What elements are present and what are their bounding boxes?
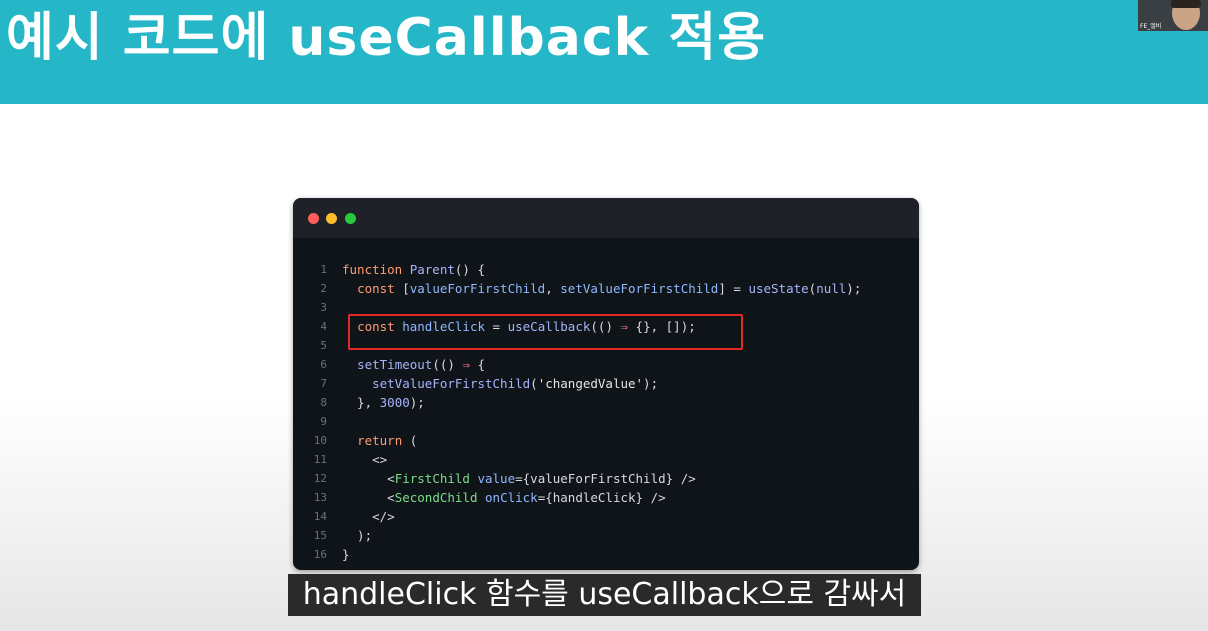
code-line: 7 setValueForFirstChild('changedValue'); — [293, 374, 919, 393]
code-token: 'changedValue' — [537, 376, 644, 391]
line-number: 6 — [320, 358, 327, 371]
code-token: setValueForFirstChild — [372, 376, 531, 391]
code-line: 10 return ( — [293, 431, 919, 450]
code-line: 1 function Parent() { — [293, 260, 919, 279]
caption-subtitle: handleClick 함수를 useCallback으로 감싸서 — [288, 574, 921, 616]
code-token: < — [342, 471, 395, 486]
line-number: 9 — [320, 415, 327, 428]
minimize-dot-icon — [326, 213, 337, 224]
line-number: 12 — [313, 472, 327, 485]
code-token: ); — [409, 395, 425, 410]
code-window: 1 function Parent() {2 const [valueForFir… — [293, 198, 919, 570]
line-number: 5 — [320, 339, 327, 352]
line-number: 8 — [320, 396, 327, 409]
code-token: < — [342, 490, 395, 505]
code-line: 6 setTimeout(() ⇒ { — [293, 355, 919, 374]
code-line: 16} — [293, 545, 919, 564]
code-text: </> — [342, 507, 395, 526]
line-number: 2 — [320, 282, 327, 295]
code-text: <SecondChild onClick={handleClick} /> — [342, 488, 666, 507]
code-token: ( — [409, 433, 418, 448]
code-token: return — [357, 433, 410, 448]
code-token: ⇒ — [462, 357, 470, 372]
code-line: 9 — [293, 412, 919, 431]
code-token: value — [477, 471, 516, 486]
code-token: } — [342, 547, 350, 562]
code-token: null — [816, 281, 847, 296]
code-token: <> — [372, 452, 388, 467]
presenter-hair — [1171, 0, 1201, 8]
code-token: 3000 — [379, 395, 410, 410]
code-line: 15 ); — [293, 526, 919, 545]
line-number: 16 — [313, 548, 327, 561]
code-line: 8 }, 3000); — [293, 393, 919, 412]
code-text: function Parent() { — [342, 260, 485, 279]
code-token: setValueForFirstChild — [560, 281, 719, 296]
line-number: 15 — [313, 529, 327, 542]
line-number: 14 — [313, 510, 327, 523]
code-token: ( — [530, 376, 538, 391]
code-line: 12 <FirstChild value={valueForFirstChild… — [293, 469, 919, 488]
window-titlebar — [293, 198, 919, 238]
code-text: }, 3000); — [342, 393, 425, 412]
code-text: } — [342, 545, 350, 564]
code-text: setValueForFirstChild('changedValue'); — [342, 374, 658, 393]
line-number: 7 — [320, 377, 327, 390]
code-block: 1 function Parent() {2 const [valueForFir… — [293, 260, 919, 564]
slide-title: 예시 코드에 useCallback 적용 — [6, 8, 767, 68]
code-line: 14 </> — [293, 507, 919, 526]
code-line: 13 <SecondChild onClick={handleClick} /> — [293, 488, 919, 507]
line-number: 3 — [320, 301, 327, 314]
code-text: <FirstChild value={valueForFirstChild} /… — [342, 469, 696, 488]
line-number: 11 — [313, 453, 327, 466]
webcam-name-label: FE_엘비 — [1140, 23, 1162, 30]
code-token: ); — [643, 376, 659, 391]
code-token: useState — [748, 281, 809, 296]
code-token: FirstChild — [394, 471, 470, 486]
code-token: () { — [454, 262, 485, 277]
code-text: setTimeout(() ⇒ { — [342, 355, 485, 374]
code-text: const [valueForFirstChild, setValueForFi… — [342, 279, 861, 298]
close-dot-icon — [308, 213, 319, 224]
code-token: onClick — [485, 490, 538, 505]
code-token: , — [545, 281, 561, 296]
code-token: { — [469, 357, 486, 372]
code-token: ); — [846, 281, 862, 296]
code-text: return ( — [342, 431, 417, 450]
line-number: 1 — [320, 263, 327, 276]
line-number: 4 — [320, 320, 327, 333]
line-number: 10 — [313, 434, 327, 447]
code-line: 11 <> — [293, 450, 919, 469]
code-token: ={handleClick} /> — [537, 490, 666, 505]
highlight-box — [348, 314, 743, 350]
code-token: (() — [432, 357, 463, 372]
code-line: 2 const [valueForFirstChild, setValueFor… — [293, 279, 919, 298]
code-token: Parent — [409, 262, 455, 277]
slide-header: 예시 코드에 useCallback 적용 — [0, 0, 1208, 104]
maximize-dot-icon — [345, 213, 356, 224]
code-token: }, — [342, 395, 380, 410]
code-token: ); — [342, 528, 373, 543]
code-token: valueForFirstChild — [409, 281, 546, 296]
code-text: ); — [342, 526, 372, 545]
code-token: </> — [342, 509, 395, 524]
code-token: SecondChild — [394, 490, 478, 505]
code-token: [ — [402, 281, 410, 296]
code-token: setTimeout — [357, 357, 433, 372]
code-token: ={valueForFirstChild} /> — [515, 471, 696, 486]
code-token: function — [342, 262, 410, 277]
webcam-thumbnail: FE_엘비 — [1138, 0, 1208, 31]
code-token: const — [357, 281, 403, 296]
code-token: ] = — [718, 281, 749, 296]
code-text: <> — [342, 450, 387, 469]
line-number: 13 — [313, 491, 327, 504]
